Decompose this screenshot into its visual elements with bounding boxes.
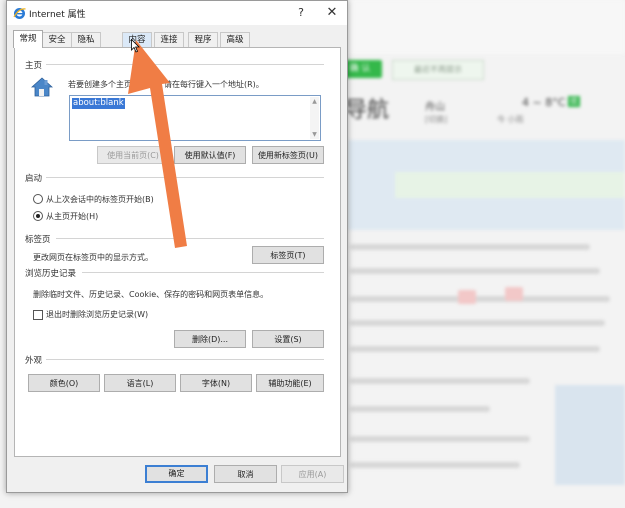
- background-no-prompt-button[interactable]: 最近不再提示: [392, 60, 484, 80]
- history-settings-button[interactable]: 设置(S): [252, 330, 324, 348]
- startup-section-divider: [46, 177, 324, 178]
- background-hot-badge: [458, 290, 476, 304]
- background-air-quality-badge: 优: [568, 96, 580, 107]
- home-page-url-textarea[interactable]: about:blank ▲ ▼: [69, 95, 321, 141]
- background-site-title: 导航: [345, 98, 390, 123]
- home-page-section-label: 主页: [25, 61, 43, 71]
- delete-on-exit-label[interactable]: 退出时删除浏览历史记录(W): [46, 309, 148, 320]
- accessibility-button[interactable]: 辅助功能(E): [256, 374, 324, 392]
- use-default-button[interactable]: 使用默认值(F): [174, 146, 246, 164]
- background-text-row: [350, 406, 490, 412]
- tab-security[interactable]: 安全: [42, 32, 72, 47]
- background-text-row: [350, 346, 600, 352]
- ok-button[interactable]: 确定: [145, 465, 208, 483]
- background-text-row: [350, 268, 600, 274]
- background-search-area: [395, 172, 625, 198]
- home-section-divider: [46, 64, 324, 65]
- tab-general[interactable]: 常规: [13, 30, 43, 48]
- history-section-divider: [82, 272, 324, 273]
- appearance-section-divider: [46, 359, 324, 360]
- background-text-row: [350, 462, 520, 468]
- colors-button[interactable]: 颜色(O): [28, 374, 100, 392]
- background-text-row: [350, 320, 605, 326]
- scroll-down-icon[interactable]: ▼: [311, 131, 318, 138]
- background-city: 舟山: [425, 102, 445, 113]
- background-hot-badge: [505, 287, 523, 301]
- history-section-label: 浏览历史记录: [25, 269, 77, 279]
- background-weather: 今 小雨: [497, 115, 524, 124]
- startup-section-label: 启动: [25, 174, 43, 184]
- startup-home-page-label[interactable]: 从主页开始(H): [46, 211, 98, 222]
- mouse-cursor-icon: [131, 39, 140, 53]
- use-current-button[interactable]: 使用当前页(C): [97, 146, 169, 164]
- history-section-description: 删除临时文件、历史记录、Cookie、保存的密码和网页表单信息。: [33, 290, 269, 299]
- startup-last-session-radio[interactable]: [33, 194, 43, 204]
- tabs-section-description: 更改网页在标签页中的显示方式。: [33, 253, 153, 262]
- tab-advanced[interactable]: 高级: [220, 32, 250, 47]
- background-text-row: [350, 296, 610, 302]
- use-new-tab-button[interactable]: 使用新标签页(U): [252, 146, 324, 164]
- languages-button[interactable]: 语言(L): [104, 374, 176, 392]
- cancel-button[interactable]: 取消: [214, 465, 277, 483]
- home-house-icon: [31, 77, 53, 97]
- background-city-switch[interactable]: [切换]: [425, 114, 447, 125]
- delete-on-exit-checkbox[interactable]: [33, 310, 43, 320]
- background-temperature: 4 ~ 8°C: [522, 96, 566, 109]
- appearance-section-label: 外观: [25, 356, 43, 366]
- tab-programs[interactable]: 程序: [188, 32, 218, 47]
- delete-history-button[interactable]: 删除(D)...: [174, 330, 246, 348]
- home-page-url-value: about:blank: [72, 98, 125, 109]
- background-toolbar: [340, 0, 625, 54]
- background-text-row: [350, 436, 530, 442]
- internet-explorer-icon: [13, 8, 26, 19]
- background-text-row: [350, 378, 530, 384]
- background-text-row: [350, 244, 590, 250]
- close-button[interactable]: ✕: [323, 4, 341, 22]
- dialog-title: Internet 属性: [29, 10, 86, 20]
- help-button[interactable]: ?: [294, 5, 308, 21]
- fonts-button[interactable]: 字体(N): [180, 374, 252, 392]
- startup-last-session-label[interactable]: 从上次会话中的标签页开始(B): [46, 194, 154, 205]
- scroll-up-icon[interactable]: ▲: [311, 98, 318, 105]
- background-thumbnail: [555, 385, 625, 485]
- tab-connections[interactable]: 连接: [154, 32, 184, 47]
- tabs-section-label: 标签页: [25, 235, 51, 245]
- home-page-description: 若要创建多个主页选项卡，请在每行键入一个地址(R)。: [68, 80, 264, 89]
- tabs-section-divider: [56, 238, 324, 239]
- apply-button[interactable]: 应用(A): [281, 465, 344, 483]
- dialog-titlebar[interactable]: Internet 属性 ? ✕: [7, 1, 347, 25]
- startup-home-page-radio[interactable]: [33, 211, 43, 221]
- textarea-scrollbar[interactable]: ▲ ▼: [310, 97, 319, 139]
- tab-privacy[interactable]: 隐私: [71, 32, 101, 47]
- tabs-settings-button[interactable]: 标签页(T): [252, 246, 324, 264]
